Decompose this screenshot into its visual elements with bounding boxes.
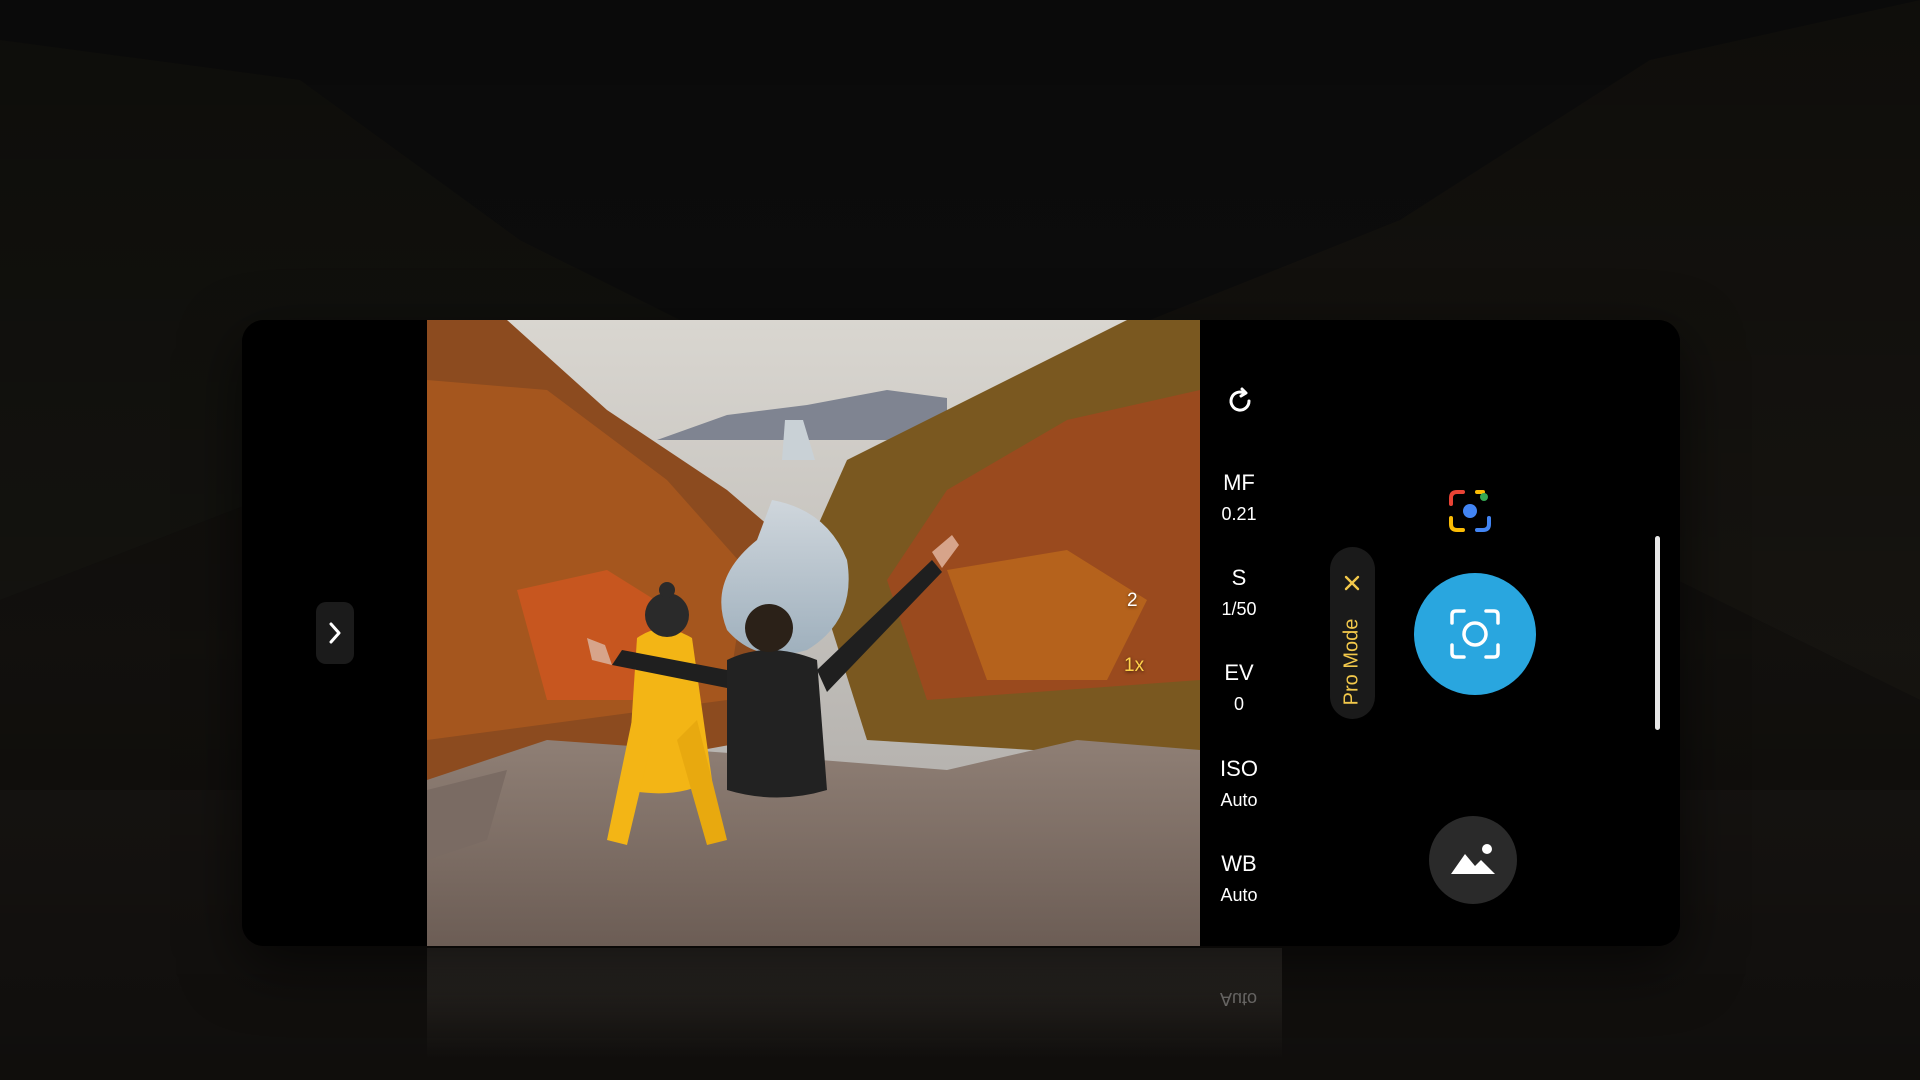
gallery-icon [1451,844,1495,874]
setting-iso-value: Auto [1220,790,1258,810]
setting-mf-value: 0.21 [1221,504,1257,524]
close-icon[interactable] [1343,574,1361,592]
setting-wb[interactable]: WB Auto [1198,851,1280,907]
refresh-icon [1229,387,1251,412]
zoom-2-button[interactable]: 2 [1127,590,1138,612]
capture-frame-icon [1450,609,1500,659]
setting-mf-label: MF [1223,470,1255,495]
expand-button[interactable] [316,602,354,664]
setting-mf[interactable]: MF 0.21 [1198,470,1280,526]
viewfinder-scene [427,320,1200,946]
reflection-text: Auto [1220,989,1258,1009]
google-lens-icon [1449,490,1491,532]
setting-wb-label: WB [1221,851,1257,876]
setting-ev-value: 0 [1233,694,1244,714]
gallery-button[interactable] [1429,816,1517,904]
zoom-1x-button[interactable]: 1x [1124,655,1144,677]
setting-s-value: 1/50 [1221,599,1257,619]
setting-s-label: S [1231,565,1247,590]
setting-shutter-speed[interactable]: S 1/50 [1198,565,1280,621]
mode-scrollbar[interactable] [1655,536,1660,730]
viewfinder-reflection [427,948,1282,1058]
pro-mode-label: Pro Mode [1340,618,1363,706]
setting-iso[interactable]: ISO Auto [1198,756,1280,812]
chevron-right-icon [329,622,341,644]
setting-ev-label: EV [1224,660,1254,685]
google-lens-button[interactable] [1447,488,1493,534]
camera-viewfinder[interactable] [427,320,1200,946]
setting-ev[interactable]: EV 0 [1198,660,1280,716]
setting-iso-label: ISO [1220,756,1258,781]
setting-wb-value: Auto [1220,885,1258,905]
reset-settings-button[interactable] [1225,386,1255,416]
left-panel [242,320,427,946]
shutter-button[interactable] [1414,573,1536,695]
